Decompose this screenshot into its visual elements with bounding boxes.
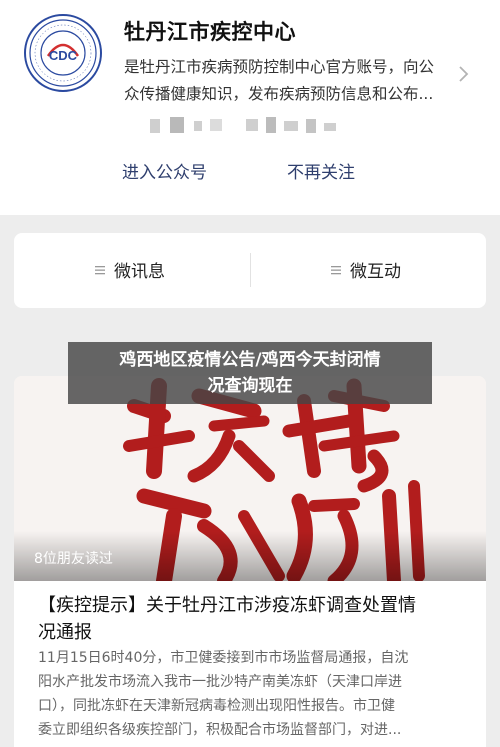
cdc-emblem-icon: CDC <box>29 19 97 87</box>
headline-line: 鸡西地区疫情公告/鸡西今天封闭情 <box>119 350 381 370</box>
menu-item-interaction[interactable]: 微互动 <box>330 257 401 282</box>
unfollow-button[interactable]: 不再关注 <box>287 158 355 183</box>
blurred-stats <box>150 115 350 137</box>
excerpt-line: 阳水产批发市场流入我市一批沙特产南美冻虾（天津口岸进 <box>38 674 402 690</box>
excerpt-line: 口），同批冻虾在天津新冠病毒检测出现阳性报告。市卫健 <box>38 698 395 714</box>
menu-icon <box>331 265 341 274</box>
account-name: 牡丹江市疾控中心 <box>124 20 296 44</box>
chevron-right-icon[interactable] <box>456 64 472 84</box>
description-line: 是牡丹江市疾病预防控制中心官方账号，向公 <box>124 58 435 76</box>
article-cover-image[interactable]: 8位朋友读过 <box>14 376 486 581</box>
account-description: 是牡丹江市疾病预防控制中心官方账号，向公 众传播健康知识，发布疾病预防信息和公布… <box>124 54 454 108</box>
menu-icon <box>95 265 105 274</box>
menu-item-label: 微互动 <box>350 262 401 282</box>
article-card[interactable]: 8位朋友读过 【疾控提示】关于牡丹江市涉疫冻虾调查处置情 况通报 11月15日6… <box>14 376 486 747</box>
article-excerpt: 11月15日6时40分，市卫健委接到市市场监督局通报，自沈 阳水产批发市场流入我… <box>38 646 470 742</box>
menu-item-label: 微讯息 <box>114 262 165 282</box>
article-title[interactable]: 【疾控提示】关于牡丹江市涉疫冻虾调查处置情 况通报 <box>38 592 468 646</box>
headline-overlay: 鸡西地区疫情公告/鸡西今天封闭情 况查询现在 <box>68 342 432 404</box>
account-card: CDC 牡丹江市疾控中心 是牡丹江市疾病预防控制中心官方账号，向公 众传播健康知… <box>0 0 500 215</box>
excerpt-line: 11月15日6时40分，市卫健委接到市市场监督局通报，自沈 <box>38 650 409 666</box>
headline-line: 况查询现在 <box>207 376 293 396</box>
menu-item-messages[interactable]: 微讯息 <box>94 257 165 282</box>
article-title-line: 【疾控提示】关于牡丹江市涉疫冻虾调查处置情 <box>38 595 416 616</box>
article-title-line: 况通报 <box>38 622 92 643</box>
excerpt-line: 委立即组织各级疾控部门，积极配合市场监督部门，对进... <box>38 722 402 738</box>
menu-card: 微讯息 微互动 <box>14 233 486 308</box>
friends-read-count: 8位朋友读过 <box>34 551 113 567</box>
logo-text: CDC <box>49 48 78 63</box>
description-line: 众传播健康知识，发布疾病预防信息和公布... <box>124 85 434 103</box>
cdc-logo[interactable]: CDC <box>24 14 102 92</box>
menu-divider <box>250 253 251 287</box>
enter-account-button[interactable]: 进入公众号 <box>122 158 207 183</box>
